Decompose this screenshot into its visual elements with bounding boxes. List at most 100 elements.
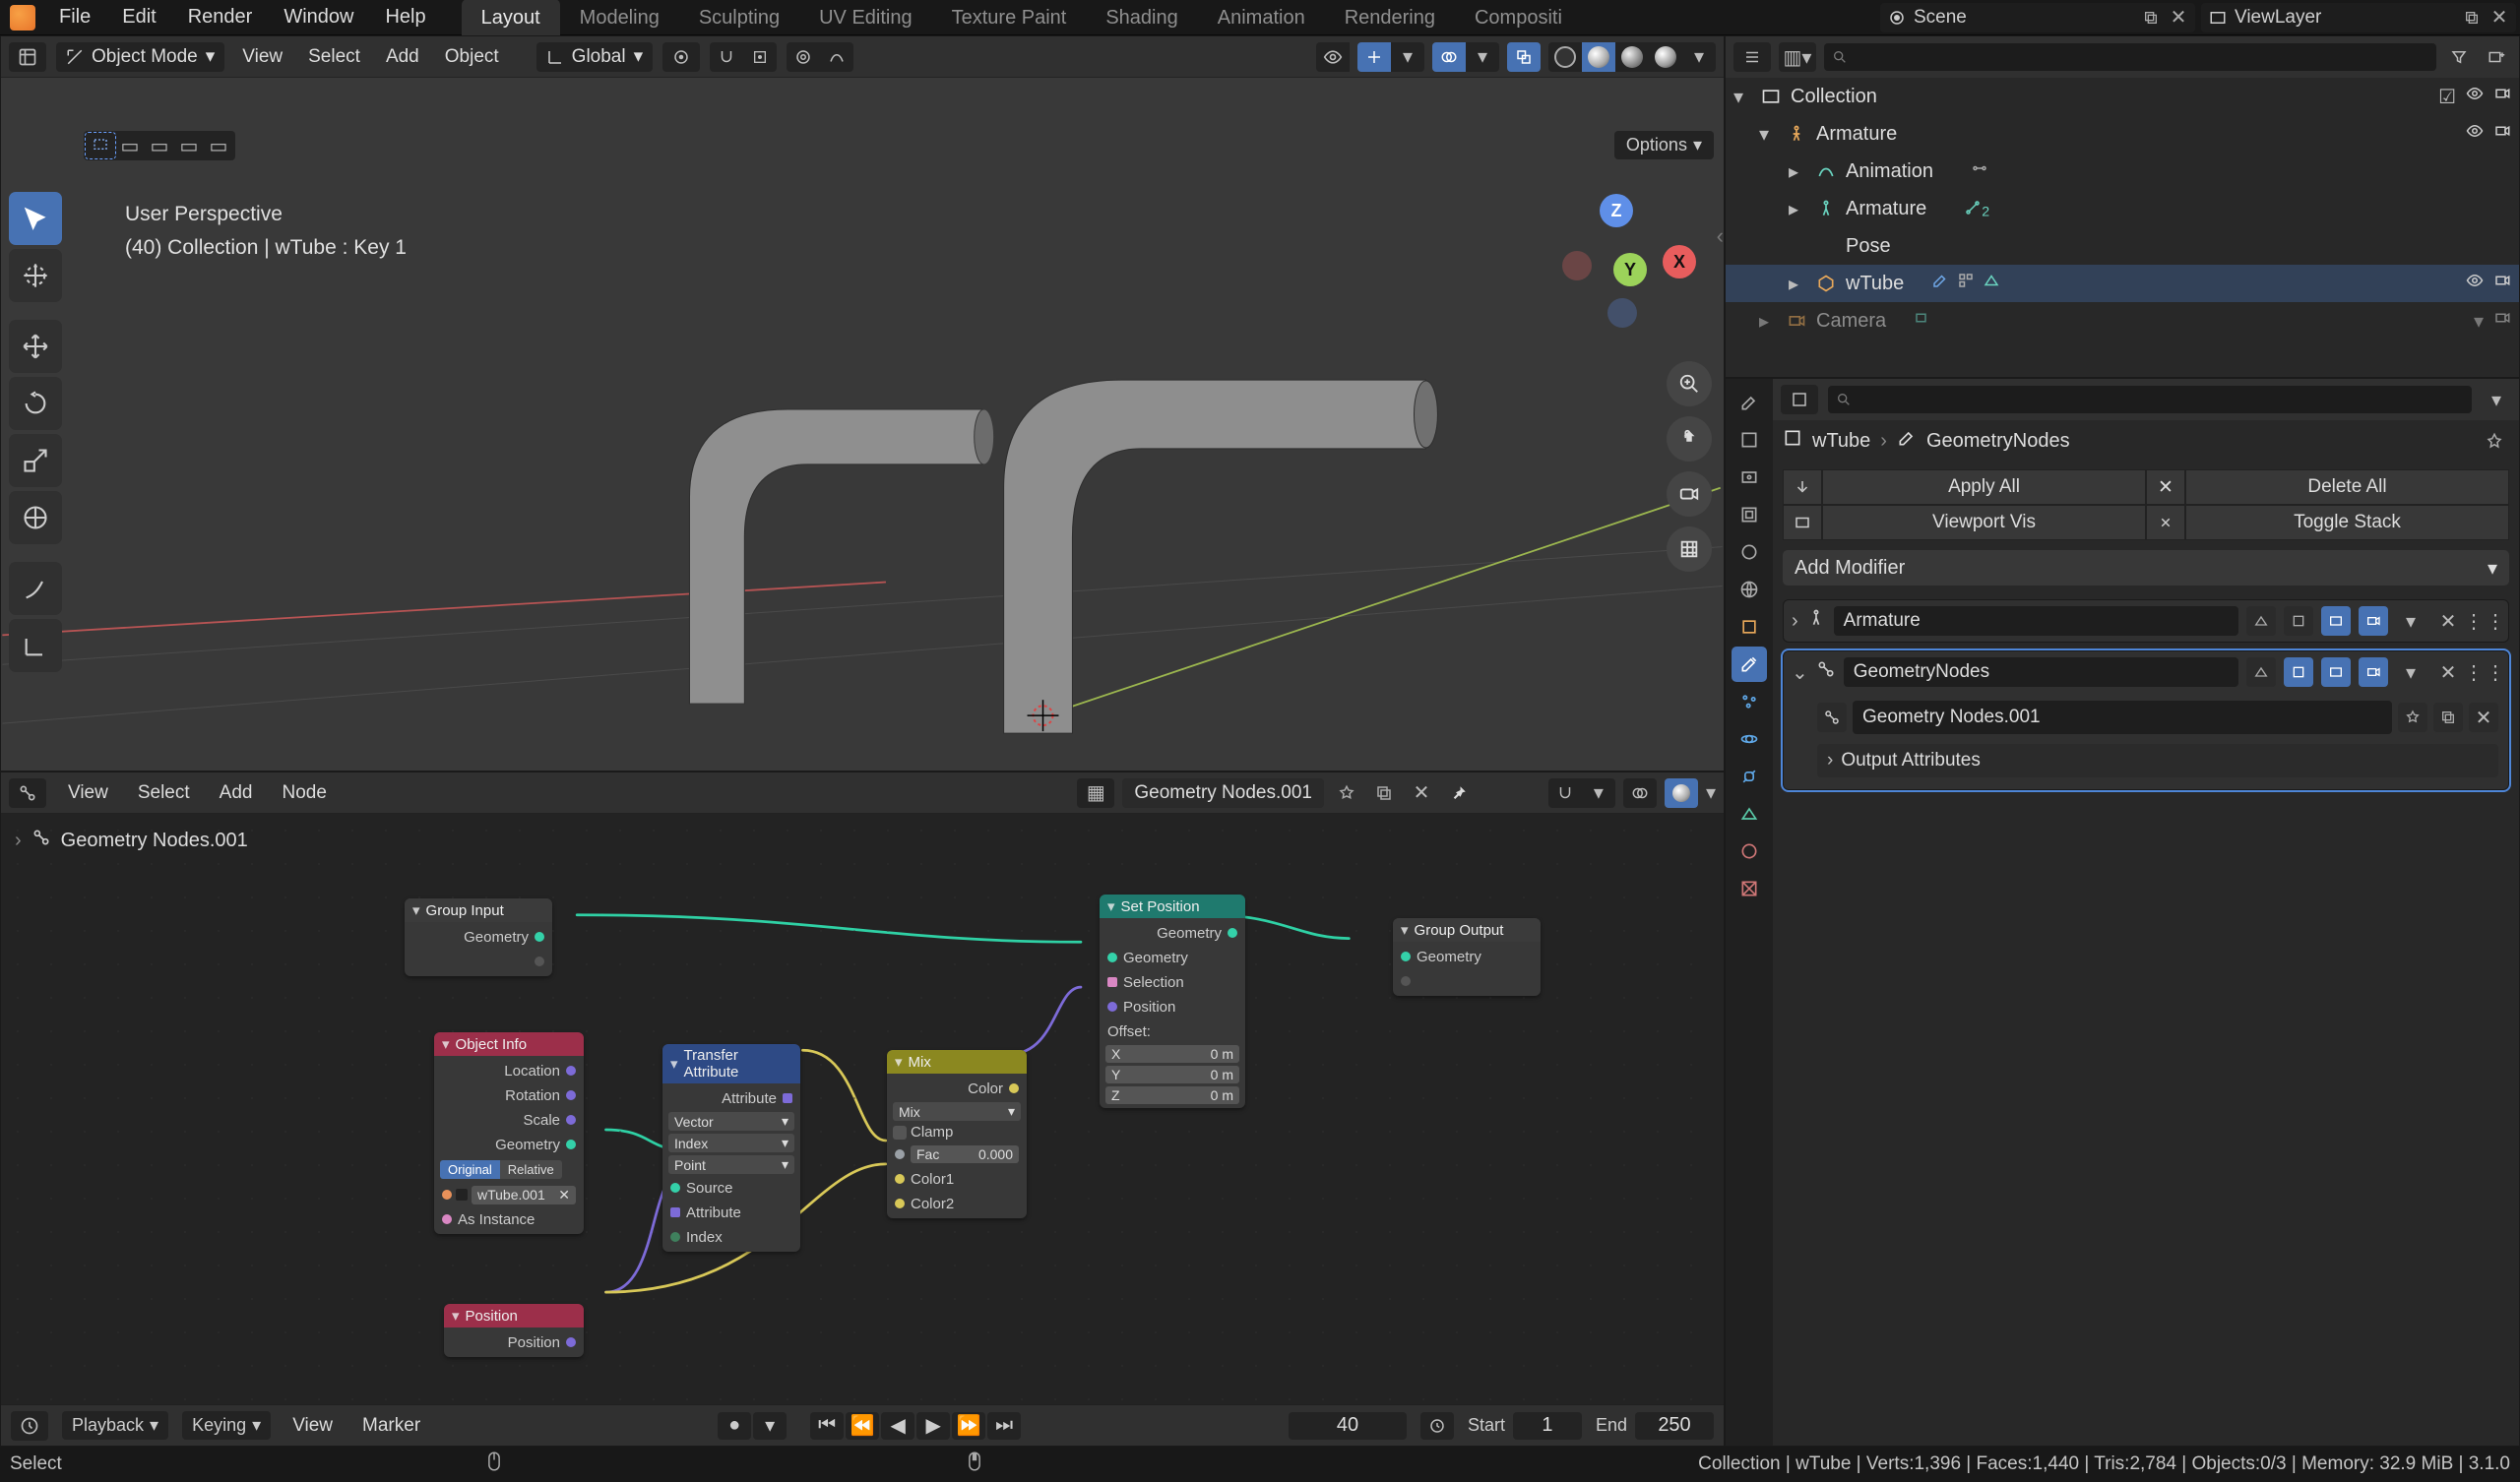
outliner-tree[interactable]: ▾ Collection ☑ ▾ Armat [1726,78,2519,377]
modifier-geometry-nodes[interactable]: ⌄ GeometryNodes ▾ ✕ ⋮⋮ [1783,650,2509,790]
workspace-tab-rendering[interactable]: Rendering [1325,0,1455,35]
tool-annotate[interactable] [9,562,62,615]
mod-extras-dropdown[interactable]: ▾ [2396,657,2426,687]
exclude-checkbox[interactable]: ☑ [2438,85,2456,109]
tab-output[interactable] [1732,460,1767,495]
node-group-output[interactable]: Group Output Geometry [1393,918,1541,996]
perspective-toggle-icon[interactable] [1667,526,1712,572]
pin-tree-icon[interactable] [1444,778,1474,808]
camera-icon[interactable] [2493,85,2511,109]
eye-icon[interactable] [2466,122,2484,146]
properties-editor-dropdown[interactable] [1781,385,1818,414]
tab-object[interactable] [1732,609,1767,645]
outliner-new-collection[interactable] [2482,42,2511,72]
tool-rotate[interactable] [9,377,62,430]
duplicate-tree-icon[interactable] [1369,778,1399,808]
new-scene-icon[interactable] [2140,7,2162,29]
tab-data-mesh[interactable] [1732,796,1767,832]
axis-z[interactable]: Z [1600,194,1633,227]
outliner-search[interactable] [1824,43,2436,71]
mix-fac[interactable]: Fac0.000 [911,1145,1019,1163]
object-field[interactable]: wTube.001✕ [472,1186,576,1204]
tab-render[interactable] [1732,422,1767,458]
add-modifier-dropdown[interactable]: Add Modifier ▾ [1783,550,2509,586]
properties-options[interactable]: ▾ [2482,385,2511,414]
node-set-position[interactable]: Set Position Geometry Geometry Selection… [1100,895,1245,1108]
workspace-tab-animation[interactable]: Animation [1198,0,1325,35]
node-mix[interactable]: Mix Color Mix▾ Clamp Fac0.000 Color1 Col… [887,1050,1027,1218]
node-canvas[interactable]: Group Input Geometry Object Info Locatio… [1,814,1724,1446]
workspace-tab-compositing[interactable]: Compositing [1455,0,1563,35]
node-group-field[interactable]: Geometry Nodes.001 [1853,701,2392,734]
node-menu-add[interactable]: Add [212,778,261,808]
geometry-nodes-editor[interactable]: View Select Add Node ▦ Geometry Nodes.00… [0,772,1725,1447]
play-reverse[interactable]: ◀ [881,1412,914,1440]
node-tree-type-dropdown[interactable]: ▦ [1077,778,1114,808]
jump-start[interactable]: ⏮ [810,1412,844,1440]
menu-render[interactable]: Render [174,0,267,34]
delete-all-icon[interactable]: ✕ [2146,469,2185,505]
transfer-domain[interactable]: Point▾ [668,1155,794,1174]
viewport-vis-icon[interactable] [1783,505,1822,540]
tool-cursor[interactable] [9,249,62,302]
node-tree-selector[interactable]: Geometry Nodes.001 [1122,778,1324,808]
pan-icon[interactable] [1667,416,1712,462]
workspace-tab-shading[interactable]: Shading [1086,0,1197,35]
camera-view-icon[interactable] [1667,471,1712,517]
workspace-tab-texture-paint[interactable]: Texture Paint [932,0,1087,35]
mod-render[interactable] [2359,657,2388,687]
menu-window[interactable]: Window [270,0,367,34]
workspace-tab-layout[interactable]: Layout [462,0,560,35]
node-snap-settings[interactable]: ▾ [1582,778,1615,808]
menu-edit[interactable]: Edit [108,0,169,34]
delete-layer-icon[interactable]: ✕ [2488,7,2510,29]
workspace-tab-uv-editing[interactable]: UV Editing [799,0,932,35]
outliner-item-pose[interactable]: ▸ • Pose [1726,227,2519,265]
node-backdrop-toggle[interactable] [1665,778,1698,808]
node-menu-view[interactable]: View [60,778,116,808]
mod-edit-mode[interactable] [2284,657,2313,687]
toggle-stack-icon[interactable] [2146,505,2185,540]
mix-clamp[interactable]: Clamp [893,1124,1021,1141]
timeline-marker[interactable]: Marker [354,1411,428,1441]
autokey-toggle[interactable]: ● [718,1412,751,1440]
outliner-editor-dropdown[interactable] [1733,42,1771,72]
timeline-keying-dropdown[interactable]: Keying▾ [182,1411,271,1440]
output-attributes-panel[interactable]: › Output Attributes [1817,744,2498,777]
mod-extras-dropdown[interactable]: ▾ [2396,606,2426,636]
outliner-filter[interactable] [2444,42,2474,72]
axis-y[interactable]: Y [1613,253,1647,286]
navigation-gizmo[interactable]: Z Y X [1558,194,1696,332]
viewlayer-selector[interactable]: ViewLayer ✕ [2201,3,2516,32]
object-info-relative[interactable]: Relative [500,1160,562,1179]
menu-help[interactable]: Help [371,0,439,34]
mod-delete[interactable]: ✕ [2433,606,2463,636]
node-position[interactable]: Position Position [444,1304,584,1357]
current-frame[interactable]: 40 [1289,1412,1407,1440]
mod-drag-handle[interactable]: ⋮⋮ [2471,606,2500,636]
tab-material[interactable] [1732,834,1767,869]
node-overlay-toggle[interactable] [1623,778,1657,808]
mod-on-cage[interactable] [2246,606,2276,636]
fake-user-toggle[interactable] [2398,703,2427,732]
tool-move[interactable] [9,320,62,373]
jump-end[interactable]: ⏭ [987,1412,1021,1440]
new-layer-icon[interactable] [2461,7,2483,29]
fake-user-toggle[interactable] [1332,778,1361,808]
outliner-item-armature[interactable]: ▾ Armature [1726,115,2519,153]
tab-viewlayer[interactable] [1732,497,1767,532]
offset-y[interactable]: Y0 m [1105,1066,1239,1083]
tool-measure[interactable] [9,619,62,672]
mod-realtime[interactable] [2321,606,2351,636]
mod-edit-mode[interactable] [2284,606,2313,636]
node-snap-toggle[interactable] [1548,778,1582,808]
viewport-canvas[interactable] [1,36,1724,771]
properties-search[interactable] [1828,386,2472,413]
timeline-view[interactable]: View [284,1411,341,1441]
outliner-item-camera[interactable]: ▸ Camera ▾ [1726,302,2519,340]
apply-all-button[interactable]: Apply All [1822,469,2146,505]
pin-icon[interactable] [2480,426,2509,456]
tab-world[interactable] [1732,572,1767,607]
outliner-item-armature-data[interactable]: ▸ Armature 2 [1726,190,2519,227]
end-frame[interactable]: 250 [1635,1412,1714,1440]
